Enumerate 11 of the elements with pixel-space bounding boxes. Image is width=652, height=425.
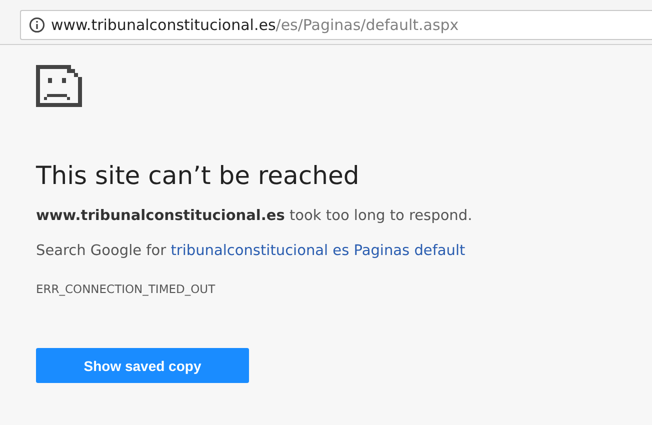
sad-page-icon: [36, 65, 82, 107]
search-suggestion: Search Google for tribunalconstitucional es Paginas default: [36, 243, 466, 259]
search-link[interactable]: tribunalconstitucional es Paginas default: [170, 243, 466, 259]
url-path: /es/Paginas/default.aspx: [276, 16, 459, 34]
error-title: This site can’t be reached: [36, 161, 360, 190]
show-saved-copy-button[interactable]: Show saved copy: [36, 348, 249, 383]
error-code: ERR_CONNECTION_TIMED_OUT: [36, 282, 216, 296]
url-host: www.tribunalconstitucional.es: [51, 16, 276, 34]
error-message: www.tribunalconstitucional.es took too long to respond.: [36, 208, 474, 224]
info-icon[interactable]: [29, 17, 45, 33]
address-field[interactable]: www.tribunalconstitucional.es/es/Paginas/default.aspx: [20, 10, 652, 40]
